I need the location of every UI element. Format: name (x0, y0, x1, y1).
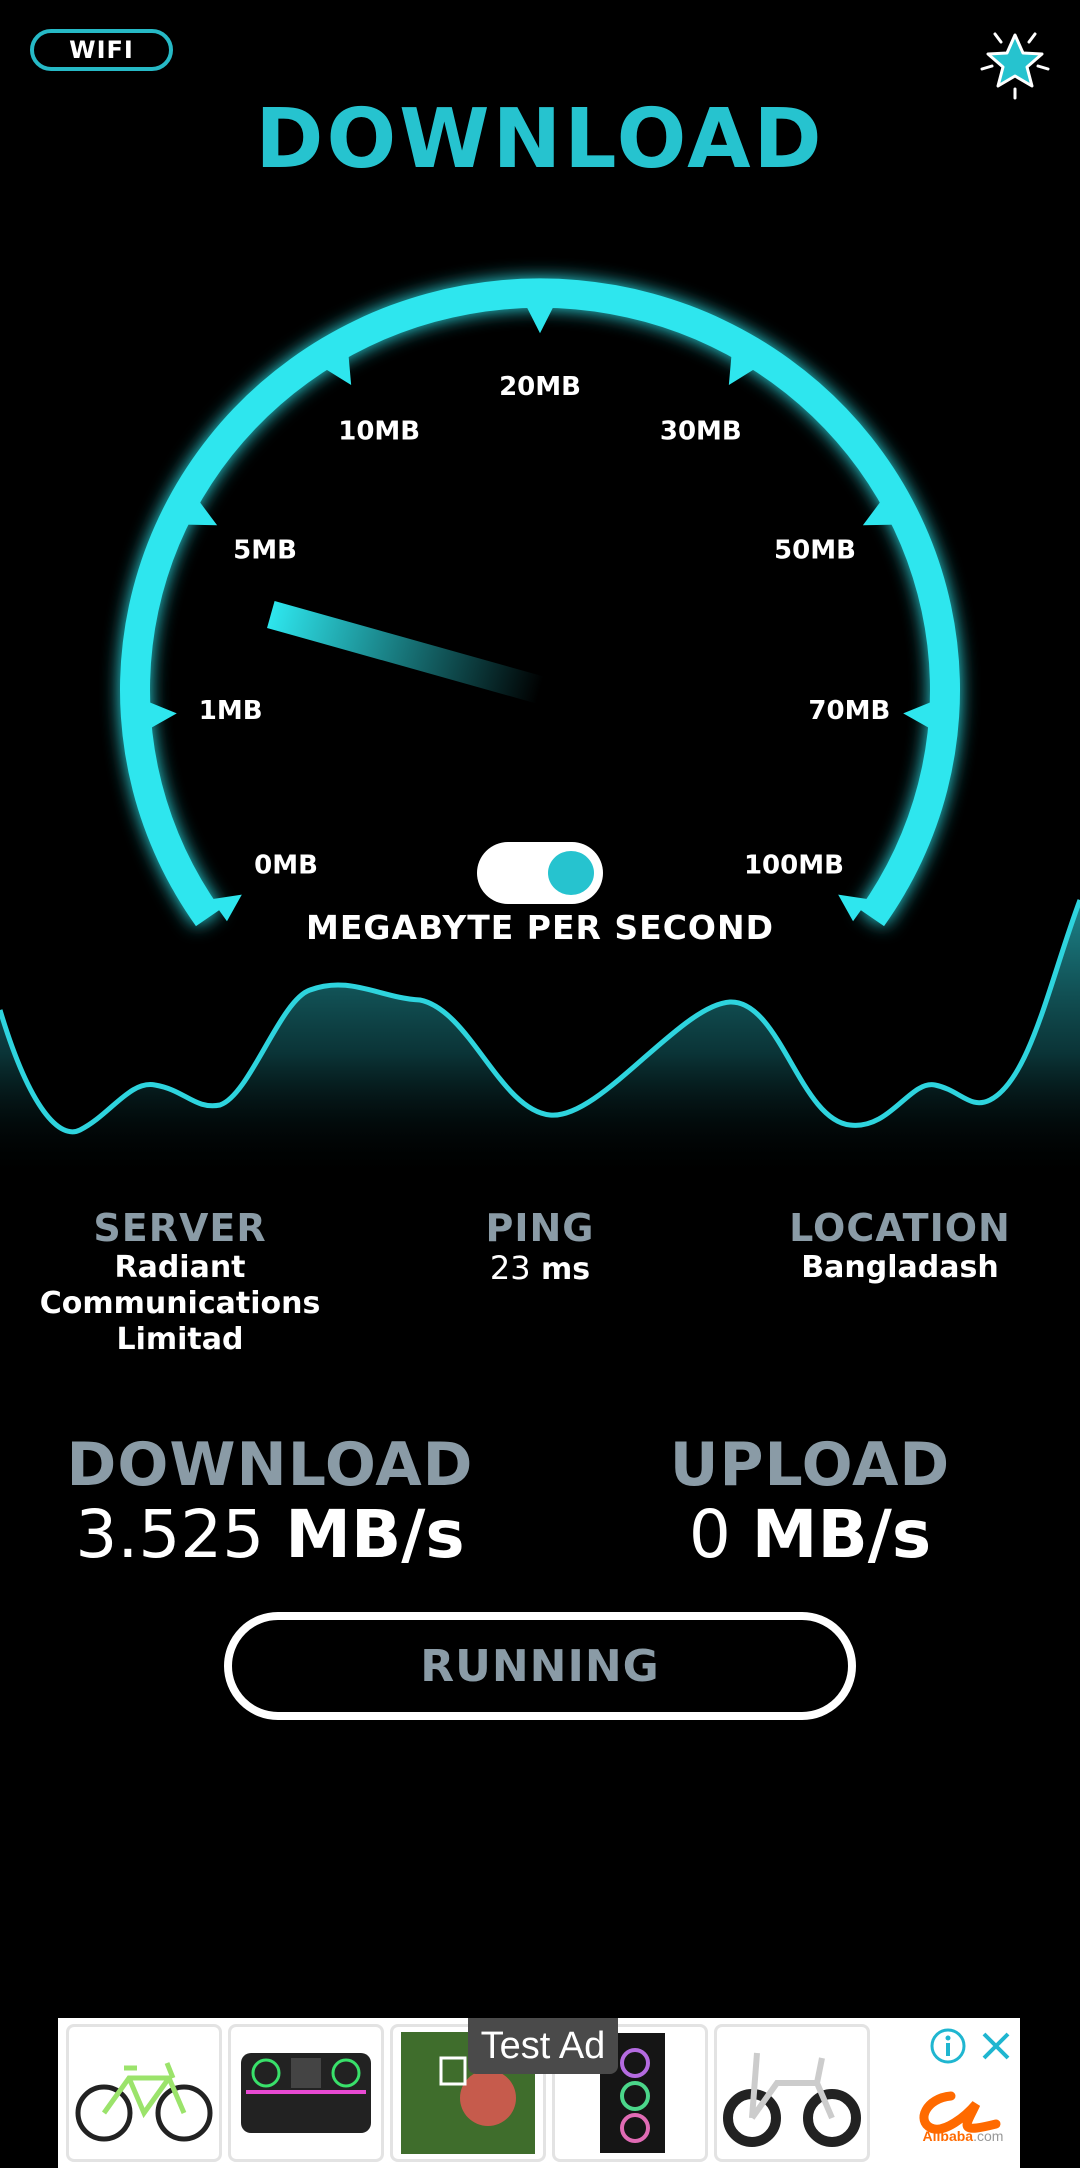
ping-value: 23 ms (440, 1250, 640, 1288)
page-title: DOWNLOAD (255, 92, 825, 187)
ad-banner[interactable]: Test Ad Alibaba.com (58, 2018, 1020, 2168)
location-value: Bangladash (801, 1250, 999, 1285)
gauge-tick-label: 1MB (199, 696, 263, 726)
folding-ebike-image (723, 2052, 861, 2147)
gauge-tick-label: 0MB (254, 850, 318, 880)
ad-product-bike[interactable] (66, 2024, 222, 2162)
gauge-tick-label: 30MB (660, 416, 742, 446)
info-icon[interactable] (928, 2026, 968, 2066)
gauge-tick-label: 70MB (808, 696, 890, 726)
ad-brand-suffix: .com (973, 2128, 1004, 2144)
gauge-tick-label: 10MB (338, 416, 420, 446)
gauge-tick-label: 100MB (744, 850, 844, 880)
download-result-label: DOWNLOAD (66, 1430, 474, 1500)
gauge-tick (148, 701, 177, 729)
ping-number: 23 (489, 1249, 531, 1287)
ad-product-mixer[interactable] (228, 2024, 384, 2162)
ping-label: PING (485, 1206, 595, 1250)
connection-type-button[interactable]: WIFI (30, 29, 173, 71)
server-name-line: Communications (39, 1286, 321, 1321)
wave-fill (0, 900, 1080, 1180)
connection-type-label: WIFI (69, 36, 134, 64)
bicycle-image (75, 2062, 213, 2142)
speed-gauge: 0MB 1MB 5MB 10MB 20MB 30MB 50MB 70MB 100MB (120, 278, 961, 927)
upload-speed-number: 0 (688, 1496, 731, 1573)
ping-unit: ms (541, 1252, 591, 1287)
close-icon[interactable] (976, 2026, 1016, 2066)
download-speed-unit: MB/s (285, 1496, 465, 1573)
gauge-tick (903, 701, 932, 729)
server-name-line: Radiant (114, 1250, 246, 1285)
ad-brand-name: Alibaba.com (908, 2128, 1018, 2144)
download-result-value: 3.525 MB/s (60, 1496, 480, 1573)
gauge-tick-label: 50MB (774, 536, 856, 566)
test-status-button[interactable]: RUNNING (224, 1612, 856, 1720)
speed-wave-graph (0, 899, 1080, 1180)
upload-speed-unit: MB/s (751, 1496, 932, 1573)
ad-brand-text: Alibaba (922, 2128, 974, 2144)
upload-result-label: UPLOAD (669, 1430, 951, 1500)
alibaba-logo-icon (919, 2091, 1001, 2134)
server-label: SERVER (93, 1206, 267, 1250)
server-value: Radiant Communications Limitad (20, 1250, 340, 1358)
location-label: LOCATION (789, 1206, 1011, 1250)
ad-product-ebike[interactable] (714, 2024, 870, 2162)
test-ad-badge: Test Ad (468, 2018, 618, 2074)
server-name-line: Limitad (116, 1322, 244, 1357)
gauge-needle (267, 600, 544, 704)
gauge-tick (526, 306, 554, 334)
upload-result-value: 0 MB/s (620, 1496, 1000, 1573)
audio-mixer-image (241, 2053, 371, 2133)
gauge-tick-label: 5MB (233, 536, 297, 566)
download-speed-number: 3.525 (75, 1496, 265, 1573)
gauge-tick-label: 20MB (499, 372, 581, 402)
